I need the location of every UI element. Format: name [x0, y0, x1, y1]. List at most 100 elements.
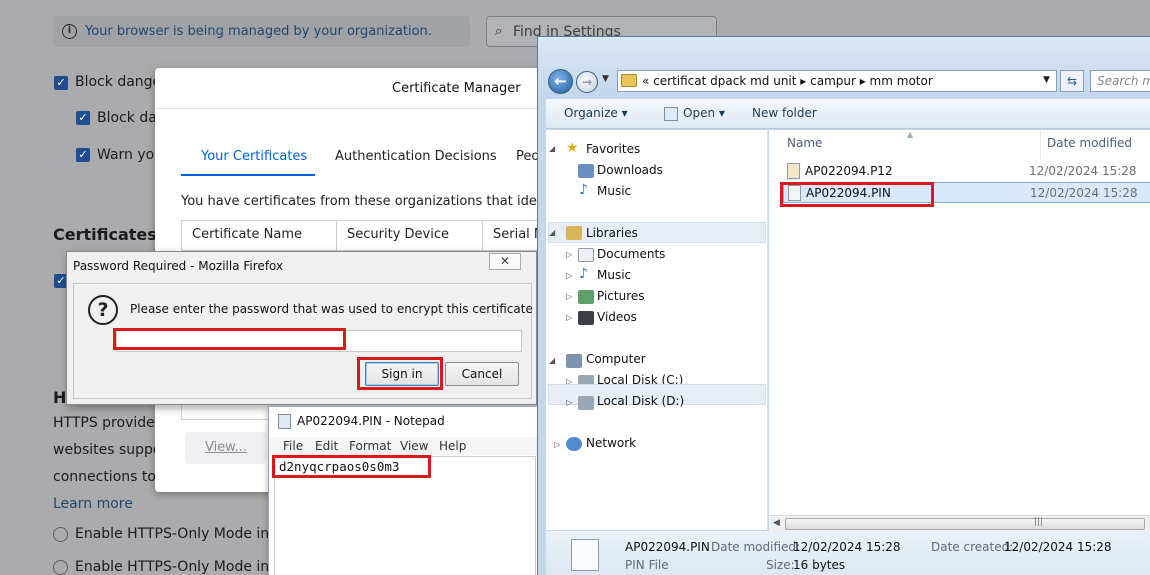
sidebar-item-downloads[interactable]: Downloads: [597, 163, 663, 177]
managed-notice-bar: i Your browser is being managed by your …: [53, 16, 470, 47]
file-list: ▲ Name Date modified AP022094.P12 12/02/…: [769, 130, 1150, 530]
details-size-label: Size:: [766, 558, 795, 572]
https-only-all-windows-radio[interactable]: [53, 527, 68, 542]
https-desc-line-3: connections to: [53, 469, 156, 485]
notepad-titlebar[interactable]: AP022094.PIN - Notepad: [269, 407, 541, 435]
details-modified-label: Date modified:: [711, 540, 801, 554]
details-size-value: 16 bytes: [793, 558, 846, 572]
details-file-type: PIN File: [625, 558, 669, 572]
active-tab-indicator: [181, 174, 315, 176]
cancel-button[interactable]: Cancel: [445, 362, 519, 386]
collapse-arrow-icon[interactable]: ▷: [566, 292, 572, 301]
title-divider: [155, 108, 550, 109]
refresh-icon[interactable]: ⇆: [1060, 70, 1084, 92]
sort-ascending-icon: ▲: [907, 130, 914, 139]
annotation-highlight-pin: [272, 455, 431, 478]
notepad-icon: [278, 414, 291, 429]
question-icon: ?: [88, 295, 118, 325]
info-icon: i: [62, 24, 77, 39]
https-only-private-label: Enable HTTPS-Only Mode in: [75, 559, 270, 575]
block-dangerous-checkbox[interactable]: ✓: [54, 76, 68, 90]
search-placeholder: Search mm: [1097, 74, 1150, 88]
explorer-toolbar: Organize ▾ Open ▾ New folder: [546, 99, 1150, 129]
expand-arrow-icon[interactable]: ◢: [549, 356, 555, 365]
address-bar[interactable]: « certificat dpack md unit ▸ campur ▸ mm…: [617, 70, 1057, 92]
tab-people[interactable]: Peo: [516, 149, 539, 164]
sidebar-item-pictures[interactable]: Pictures: [597, 289, 645, 303]
view-button[interactable]: View...: [185, 432, 267, 464]
tab-authentication-decisions[interactable]: Authentication Decisions: [335, 149, 497, 164]
collapse-arrow-icon[interactable]: ▷: [554, 440, 560, 449]
details-pane: AP022094.PIN PIN File Date modified: 12/…: [546, 531, 1150, 575]
annotation-highlight-signin: [357, 357, 443, 390]
sidebar-item-libraries[interactable]: Libraries: [586, 226, 638, 240]
sidebar-item-computer[interactable]: Computer: [586, 352, 646, 366]
disk-icon: [578, 396, 594, 410]
collapse-arrow-icon[interactable]: ▷: [566, 313, 572, 322]
certificate-manager-title: Certificate Manager: [392, 81, 521, 96]
column-certificate-name[interactable]: Certificate Name: [192, 227, 302, 242]
menu-file[interactable]: File: [283, 439, 303, 453]
file-date: 12/02/2024 15:28: [1030, 186, 1138, 200]
sidebar-item-disk-d[interactable]: Local Disk (D:): [597, 394, 684, 408]
menu-format[interactable]: Format: [349, 439, 391, 453]
explorer-chrome: ← → ▼ « certificat dpack md unit ▸ campu…: [538, 37, 1150, 99]
block-dangerous-label: Block dange: [75, 74, 162, 90]
sidebar-item-documents[interactable]: Documents: [597, 247, 665, 261]
new-folder-button[interactable]: New folder: [752, 106, 817, 120]
recent-pages-dropdown-icon[interactable]: ▼: [602, 74, 609, 84]
libraries-icon: [566, 226, 582, 240]
sidebar-item-videos[interactable]: Videos: [597, 310, 637, 324]
certificate-description: You have certificates from these organiz…: [181, 194, 551, 209]
certificates-heading: Certificates: [53, 225, 157, 244]
collapse-arrow-icon[interactable]: ▷: [566, 271, 572, 280]
column-separator: [1040, 130, 1041, 160]
scrollbar-thumb[interactable]: |||: [785, 517, 1145, 530]
collapse-arrow-icon[interactable]: ▷: [566, 398, 572, 407]
star-icon: ★: [566, 140, 579, 156]
annotation-highlight-password: [113, 328, 346, 350]
managed-notice-link[interactable]: Your browser is being managed by your or…: [85, 24, 432, 39]
navigation-pane: ◢ ★ Favorites Downloads ♪ Music ◢ Librar…: [546, 130, 768, 530]
annotation-highlight-pin-file: [780, 182, 934, 207]
https-only-private-radio[interactable]: [53, 560, 68, 575]
password-required-dialog: Password Required - Mozilla Firefox ✕ ? …: [66, 251, 584, 405]
column-name[interactable]: Name: [787, 136, 822, 150]
warn-unwanted-checkbox[interactable]: ✓: [76, 148, 90, 162]
forward-button[interactable]: →: [576, 71, 598, 93]
details-modified-value: 12/02/2024 15:28: [793, 540, 901, 554]
chevron-down-icon[interactable]: ▼: [1043, 75, 1050, 85]
collapse-arrow-icon[interactable]: ▷: [566, 250, 572, 259]
block-dangerous-downloads-checkbox[interactable]: ✓: [76, 111, 90, 125]
expand-arrow-icon[interactable]: ◢: [549, 144, 555, 153]
column-date-modified[interactable]: Date modified: [1047, 136, 1132, 150]
sidebar-item-favorites[interactable]: Favorites: [586, 142, 640, 156]
notepad-menubar: File Edit Format View Help: [269, 437, 541, 455]
expand-arrow-icon[interactable]: ◢: [549, 228, 555, 237]
column-security-device[interactable]: Security Device: [347, 227, 449, 242]
sidebar-item-network[interactable]: Network: [586, 436, 636, 450]
search-input[interactable]: Search mm: [1090, 70, 1150, 92]
password-dialog-title: Password Required - Mozilla Firefox: [73, 259, 284, 273]
sidebar-item-music[interactable]: Music: [597, 268, 631, 282]
explorer-window: ← → ▼ « certificat dpack md unit ▸ campu…: [537, 36, 1150, 575]
folder-icon: [621, 74, 637, 87]
tab-your-certificates[interactable]: Your Certificates: [201, 149, 307, 164]
downloads-icon: [578, 164, 594, 178]
organize-button[interactable]: Organize ▾: [564, 106, 628, 120]
sidebar-item-music-favorites[interactable]: Music: [597, 184, 631, 198]
menu-edit[interactable]: Edit: [315, 439, 338, 453]
search-icon: ⌕: [495, 24, 503, 39]
file-row[interactable]: AP022094.P12 12/02/2024 15:28: [783, 161, 1150, 182]
back-button[interactable]: ←: [548, 69, 573, 94]
close-button[interactable]: ✕: [489, 253, 521, 270]
learn-more-link[interactable]: Learn more: [53, 496, 133, 512]
scroll-left-icon[interactable]: ◀: [773, 518, 780, 528]
horizontal-scrollbar[interactable]: ◀ |||: [769, 515, 1150, 532]
https-desc-line-2: websites suppo: [53, 442, 162, 458]
column-separator: [482, 221, 483, 251]
open-button[interactable]: Open ▾: [683, 106, 725, 120]
breadcrumb[interactable]: « certificat dpack md unit ▸ campur ▸ mm…: [642, 74, 933, 88]
menu-help[interactable]: Help: [439, 439, 466, 453]
menu-view[interactable]: View: [400, 439, 428, 453]
